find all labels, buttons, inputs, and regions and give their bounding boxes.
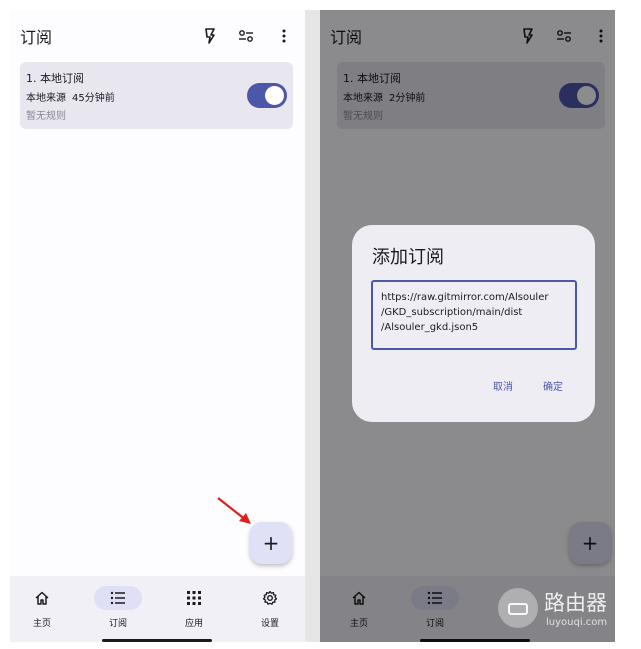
grid-icon	[170, 586, 218, 610]
dialog-title: 添加订阅	[372, 247, 444, 268]
watermark-subtext: luyouqi.com	[546, 617, 608, 628]
cancel-button[interactable]: 取消	[493, 378, 513, 393]
subscription-meta: 本地来源 45分钟前	[26, 89, 115, 104]
subscription-screen-right: 订阅 1. 本地订阅 本地来源 2分钟前 暂无规则 + 主页 订阅 添加订阅 h…	[320, 10, 615, 642]
nav-item-apps[interactable]: 应用	[164, 584, 224, 634]
toggle-knob	[265, 86, 284, 105]
nav-label-settings: 设置	[260, 619, 279, 629]
subscription-name: 1. 本地订阅	[26, 72, 84, 85]
subscription-updated: 45分钟前	[72, 93, 115, 104]
router-icon	[508, 603, 528, 615]
nav-label-subscription: 订阅	[108, 619, 127, 629]
plus-icon: +	[262, 531, 280, 555]
nav-item-settings[interactable]: 设置	[240, 584, 300, 634]
watermark: 路由器 luyouqi.com	[498, 586, 615, 636]
gesture-home-bar[interactable]	[102, 639, 212, 642]
watermark-logo	[498, 588, 538, 628]
page-title: 订阅	[20, 28, 53, 47]
list-icon	[94, 586, 142, 610]
subscription-toggle[interactable]	[247, 83, 287, 108]
more-vertical-icon[interactable]	[274, 26, 294, 46]
confirm-button[interactable]: 确定	[543, 378, 563, 393]
subscription-source: 本地来源	[26, 93, 66, 104]
add-subscription-fab[interactable]: +	[250, 522, 292, 564]
subscription-url-input[interactable]: https://raw.gitmirror.com/Alsouler /GKD_…	[371, 280, 577, 350]
add-subscription-dialog: 添加订阅 https://raw.gitmirror.com/Alsouler …	[352, 225, 595, 422]
subscription-screen-left: 订阅 1. 本地订阅 本地来源 45分钟前 暂无规则 + 主页 订阅 应用 设置	[10, 10, 305, 642]
flash-icon[interactable]	[200, 26, 220, 46]
nav-label-home: 主页	[32, 619, 51, 629]
gear-icon	[246, 586, 294, 610]
nav-item-subscription[interactable]: 订阅	[88, 584, 148, 634]
subscription-rules: 暂无规则	[26, 111, 66, 122]
nav-item-home[interactable]: 主页	[12, 584, 72, 634]
panel-divider	[305, 10, 320, 642]
bottom-navigation: 主页 订阅 应用 设置	[10, 576, 305, 642]
home-icon	[18, 586, 66, 610]
top-app-bar: 订阅	[10, 10, 305, 62]
watermark-text: 路由器	[544, 591, 607, 615]
nav-label-apps: 应用	[184, 619, 203, 629]
filter-sliders-icon[interactable]	[236, 26, 256, 46]
subscription-card[interactable]: 1. 本地订阅 本地来源 45分钟前 暂无规则	[20, 62, 293, 129]
